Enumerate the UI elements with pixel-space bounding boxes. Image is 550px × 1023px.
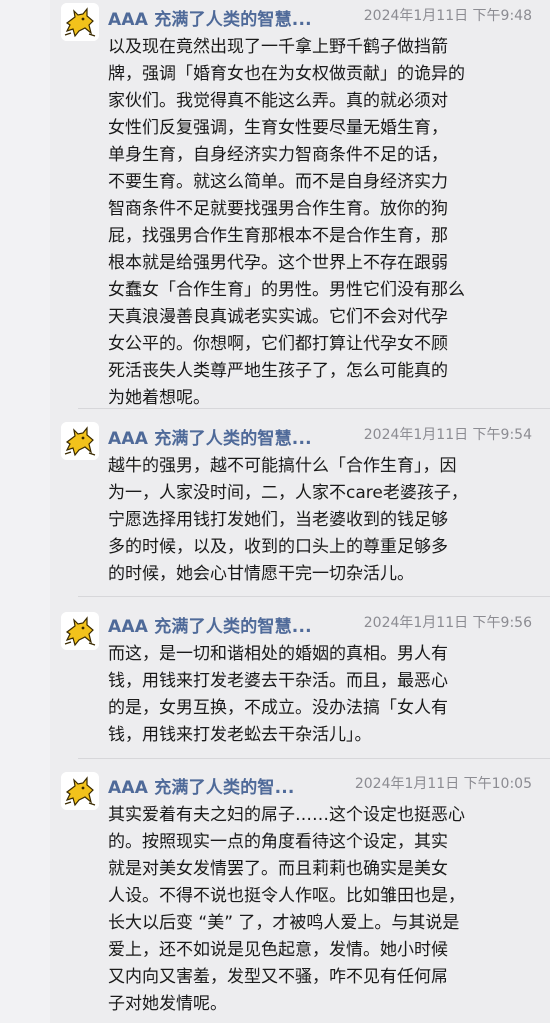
- message-line: 子对她发情呢。: [108, 994, 227, 1014]
- message-line: 钱，用钱来打发老蚣去干杂活儿」。: [108, 725, 372, 745]
- message-body: 而这，是一切和谐相处的婚姻的真相。男人有 钱，用钱来打发老婆去干杂活。而且，最恶…: [108, 641, 532, 749]
- message-timestamp: 2024年1月11日 下午10:05: [354, 776, 532, 792]
- message-line: 而这，是一切和谐相处的婚姻的真相。男人有: [108, 644, 448, 664]
- message-timestamp: 2024年1月11日 下午9:48: [363, 8, 532, 24]
- message-line: 天真浪漫善良真诚老实实诚。它们不会对代孕: [108, 307, 448, 327]
- message-line: 就是对美女发情罢了。而且莉莉也确实是美女: [108, 859, 448, 879]
- message-timestamp: 2024年1月11日 下午9:56: [363, 615, 532, 631]
- message-line: 钱，用钱来打发老婆去干杂活。而且，最恶心: [108, 671, 448, 691]
- message-divider: [78, 408, 550, 409]
- message-line: 的是，女男互换，不成立。没办法搞「女人有: [108, 698, 448, 718]
- message-line: 不要生育。就这么简单。而不是自身经济实力: [108, 172, 448, 192]
- avatar[interactable]: [61, 3, 99, 41]
- cat-sticker-icon: [61, 772, 99, 810]
- message-line: 多的时候，以及，收到的口头上的尊重足够多: [108, 537, 448, 557]
- cat-sticker-icon: [61, 422, 99, 460]
- cat-sticker-icon: [61, 3, 99, 41]
- message-author[interactable]: AAA 充满了人类的智慧...: [108, 5, 312, 30]
- message-line: 女蠢女「合作生育」的男性。男性它们没有那么: [108, 280, 465, 300]
- avatar[interactable]: [61, 772, 99, 810]
- message-line: 为一，人家没时间，二，人家不care老婆孩子，: [108, 483, 468, 503]
- message-line: 越牛的强男，越不可能搞什么「合作生育」，因: [108, 456, 457, 476]
- message-timestamp: 2024年1月11日 下午9:54: [363, 427, 532, 443]
- message-line: 又内向又害羞，发型又不骚，咋不见有任何屌: [108, 967, 448, 987]
- message-author[interactable]: AAA 充满了人类的智...: [108, 773, 295, 798]
- message-line: 其实爱着有夫之妇的屌子……这个设定也挺恶心: [108, 805, 465, 825]
- message-line: 女性们反复强调，生育女性要尽量无婚生育，: [108, 118, 448, 138]
- avatar[interactable]: [61, 612, 99, 650]
- message-line: 以及现在竟然出现了一千拿上野千鹤子做挡箭: [108, 37, 448, 57]
- avatar[interactable]: [61, 422, 99, 460]
- cat-sticker-icon: [61, 612, 99, 650]
- message-body: 其实爱着有夫之妇的屌子……这个设定也挺恶心 的。按照现实一点的角度看待这个设定，…: [108, 802, 532, 1018]
- message-line: 的。按照现实一点的角度看待这个设定，其实: [108, 832, 448, 852]
- message-line: 死活丧失人类尊严地生孩子了，怎么可能真的: [108, 361, 448, 381]
- message-line: 单身生育，自身经济实力智商条件不足的话，: [108, 145, 448, 165]
- message-line: 家伙们。我觉得真不能这么弄。真的就必须对: [108, 91, 448, 111]
- message-line: 女公平的。你想啊，它们都打算让代孕女不顾: [108, 334, 448, 354]
- message-line: 人设。不得不说也挺令人作呕。比如雏田也是，: [108, 886, 465, 906]
- message-line: 智商条件不足就要找强男合作生育。放你的狗: [108, 199, 448, 219]
- message-body: 越牛的强男，越不可能搞什么「合作生育」，因 为一，人家没时间，二，人家不care…: [108, 453, 532, 588]
- message-line: 长大以后变 “美” 了，才被鸣人爱上。与其说是: [108, 913, 460, 933]
- message-author[interactable]: AAA 充满了人类的智慧...: [108, 612, 312, 637]
- message-divider: [78, 596, 550, 597]
- message-body: 以及现在竟然出现了一千拿上野千鹤子做挡箭 牌，强调「婚育女也在为女权做贡献」的诡…: [108, 34, 532, 412]
- message-line: 根本就是给强男代孕。这个世界上不存在跟弱: [108, 253, 448, 273]
- message-line: 的时候，她会心甘情愿干完一切杂活儿。: [108, 564, 414, 584]
- message-line: 爱上，还不如说是见色起意，发情。她小时候: [108, 940, 448, 960]
- message-line: 屁，找强男合作生育那根本不是合作生育，那: [108, 226, 448, 246]
- message-divider: [78, 758, 550, 759]
- message-author[interactable]: AAA 充满了人类的智慧...: [108, 424, 312, 449]
- message-line: 牌，强调「婚育女也在为女权做贡献」的诡异的: [108, 64, 465, 84]
- message-line: 宁愿选择用钱打发她们，当老婆收到的钱足够: [108, 510, 448, 530]
